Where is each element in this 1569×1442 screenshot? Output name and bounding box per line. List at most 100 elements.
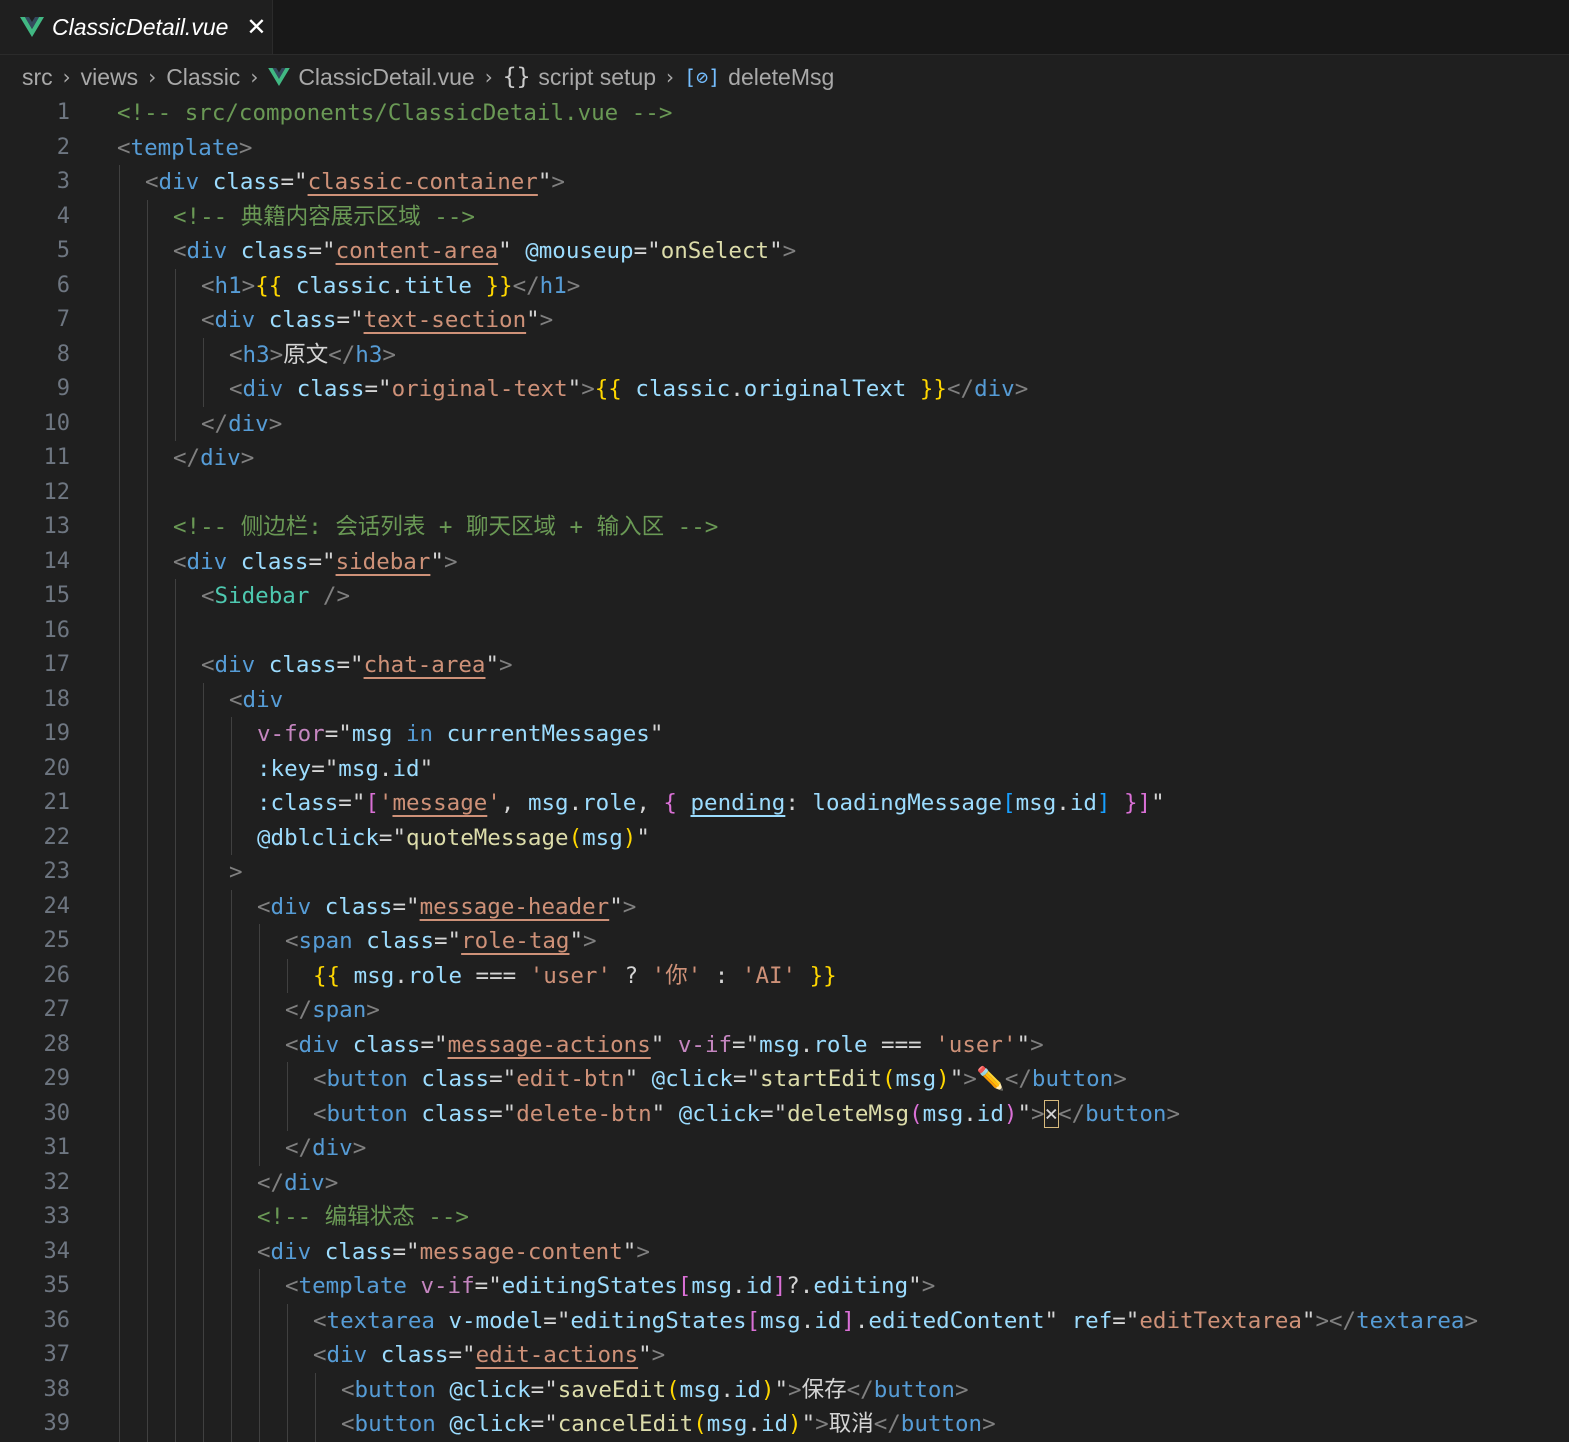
code-line[interactable]: 21:class="['message', msg.role, { pendin… — [0, 786, 1569, 821]
indent-guide — [203, 372, 204, 407]
code-token: chat-area — [363, 652, 486, 678]
code-line[interactable]: 28 <div class="message-actions" v-if="msg… — [0, 1027, 1569, 1062]
code-line[interactable]: 26 {{ msg.role === 'user' ? '你' : 'AI' }} — [0, 958, 1569, 993]
indent-guide — [147, 786, 148, 821]
code-token: > — [269, 341, 284, 368]
code-line[interactable]: 36 <textarea v-model="editingStates[msg.i… — [0, 1303, 1569, 1338]
code-line[interactable]: 2 <template> — [0, 131, 1569, 166]
code-text: <button class="edit-btn" @click="startEd… — [313, 1062, 1127, 1097]
code-text: <Sidebar /> — [201, 579, 350, 614]
code-line[interactable]: 27 </span> — [0, 993, 1569, 1028]
indent-guide — [119, 613, 120, 648]
code-line[interactable]: 7 <div class="text-section"> — [0, 303, 1569, 338]
code-token: {{ — [594, 376, 622, 402]
line-number: 3 — [56, 169, 70, 194]
indent-guide — [175, 786, 176, 821]
code-line[interactable]: 3 <div class="classic-container"> — [0, 165, 1569, 200]
code-token: > — [1464, 1307, 1479, 1334]
code-line[interactable]: 33 <!-- 编辑状态 --> — [0, 1200, 1569, 1235]
indent-guide — [203, 751, 204, 786]
line-number: 9 — [56, 376, 70, 401]
code-token: " — [1301, 1307, 1316, 1334]
breadcrumb-classic[interactable]: Classic — [166, 64, 240, 91]
code-line[interactable]: 34 <div class="message-content"> — [0, 1234, 1569, 1269]
code-token: " — [1017, 1100, 1031, 1127]
indent-guide — [147, 1234, 148, 1269]
code-token: class — [421, 1100, 490, 1127]
close-tab-icon[interactable]: ✕ — [246, 15, 266, 39]
indent-guide — [147, 1338, 148, 1373]
code-line[interactable]: 16 — [0, 613, 1569, 648]
code-line[interactable]: 37 <div class="edit-actions"> — [0, 1338, 1569, 1373]
breadcrumb-views[interactable]: views — [81, 64, 139, 91]
code-line[interactable]: 4 <!-- 典籍内容展示区域 --> — [0, 199, 1569, 234]
code-line[interactable]: 5 <div class="content-area" @mouseup="onS… — [0, 234, 1569, 269]
indent-guide — [203, 855, 204, 890]
code-line[interactable]: 39 <button @click="cancelEdit(msg.id)">取消… — [0, 1407, 1569, 1442]
code-token: ) — [1003, 1100, 1018, 1127]
code-token: @dblclick — [257, 824, 379, 851]
code-line[interactable]: 8 <h3>原文</h3> — [0, 337, 1569, 372]
code-line[interactable]: 15 <Sidebar /> — [0, 579, 1569, 614]
indent-guide — [231, 1062, 232, 1097]
code-token: msg — [338, 755, 379, 782]
code-line[interactable]: 10 </div> — [0, 406, 1569, 441]
code-line[interactable]: 25 <span class="role-tag"> — [0, 924, 1569, 959]
indent-guide — [231, 786, 232, 821]
indent-guide — [259, 1303, 260, 1338]
line-number: 15 — [43, 583, 71, 608]
code-token: " — [622, 1238, 637, 1265]
breadcrumb-src[interactable]: src — [22, 64, 53, 91]
code-line[interactable]: 11 </div> — [0, 441, 1569, 476]
indent-guide — [119, 579, 120, 614]
indent-guide — [175, 682, 176, 717]
indent-guide — [175, 889, 176, 924]
code-line[interactable]: 31 </div> — [0, 1131, 1569, 1166]
code-line[interactable]: 24 <div class="message-header"> — [0, 889, 1569, 924]
code-line[interactable]: 13 <!-- 侧边栏: 会话列表 + 聊天区域 + 输入区 --> — [0, 510, 1569, 545]
code-token: editedContent — [868, 1307, 1045, 1334]
code-line[interactable]: 1 <!-- src/components/ClassicDetail.vue -… — [0, 96, 1569, 131]
indent-guide — [259, 1062, 260, 1097]
code-token: " — [624, 1066, 639, 1092]
indent-guide — [119, 1131, 120, 1166]
code-token: > — [963, 1066, 977, 1092]
code-token: @click — [449, 1411, 531, 1437]
indent-guide — [259, 1338, 260, 1373]
code-line[interactable]: 14 <div class="sidebar"> — [0, 544, 1569, 579]
code-line[interactable]: 9 <div class="original-text">{{ classic.o… — [0, 372, 1569, 407]
tab-classicdetail-vue[interactable]: ClassicDetail.vue ✕ — [0, 0, 273, 54]
indent-guide — [259, 1372, 260, 1407]
editor-tab-bar: ClassicDetail.vue ✕ — [0, 0, 1569, 55]
code-line[interactable]: 38 <button @click="saveEdit(msg.id)">保存</… — [0, 1372, 1569, 1407]
line-number: 35 — [43, 1273, 71, 1298]
code-line[interactable]: 29 <button class="edit-btn" @click="start… — [0, 1062, 1569, 1097]
code-text: <div class="classic-container"> — [145, 165, 565, 200]
breadcrumb-file[interactable]: ClassicDetail.vue — [298, 64, 474, 91]
code-line[interactable]: 30 <button class="delete-btn" @click="del… — [0, 1096, 1569, 1131]
code-line[interactable]: 22 @dblclick="quoteMessage(msg)" — [0, 820, 1569, 855]
breadcrumb-script-setup[interactable]: script setup — [538, 64, 656, 91]
code-token: class — [268, 307, 337, 333]
code-token: > — [324, 1169, 339, 1196]
code-line[interactable]: 35 <template v-if="editingStates[msg.id]?… — [0, 1269, 1569, 1304]
breadcrumb-deletemsg[interactable]: deleteMsg — [728, 64, 834, 91]
indent-guide — [119, 441, 120, 476]
code-line[interactable]: 32 </div> — [0, 1165, 1569, 1200]
code-token: class — [296, 376, 365, 402]
code-line[interactable]: 18 <div — [0, 682, 1569, 717]
code-line[interactable]: 12 — [0, 475, 1569, 510]
code-line[interactable]: 17 <div class="chat-area"> — [0, 648, 1569, 683]
code-line[interactable]: 23 > — [0, 855, 1569, 890]
code-line[interactable]: 20:key="msg.id" — [0, 751, 1569, 786]
code-line[interactable]: 6 <h1>{{ classic.title }}</h1> — [0, 268, 1569, 303]
indent-guide — [119, 786, 120, 821]
code-line[interactable]: 19 v-for="msg in currentMessages" — [0, 717, 1569, 752]
indent-guide — [119, 1027, 120, 1062]
